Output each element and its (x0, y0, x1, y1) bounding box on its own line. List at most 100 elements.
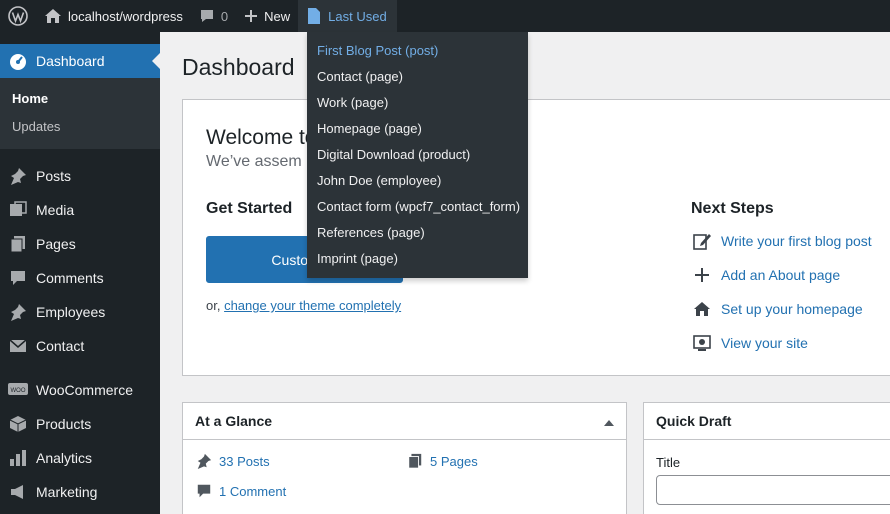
wordpress-logo-icon[interactable] (0, 0, 36, 32)
last-used-item[interactable]: Homepage (page) (307, 116, 528, 142)
at-a-glance-title: At a Glance (195, 413, 273, 429)
menu-employees[interactable]: Employees (0, 295, 160, 329)
box-icon (8, 414, 28, 434)
draft-title-label: Title (656, 455, 681, 470)
last-used-item[interactable]: References (page) (307, 220, 528, 246)
menu-media-label: Media (36, 202, 75, 218)
menu-woocommerce-label: WooCommerce (36, 382, 133, 398)
at-a-glance-header: At a Glance (183, 403, 626, 440)
collapse-arrow-icon[interactable] (604, 413, 614, 429)
write-first-post-label: Write your first blog post (721, 233, 872, 249)
add-about-page-label: Add an About page (721, 267, 841, 283)
view-site-label: View your site (721, 335, 808, 351)
site-name-label: localhost/wordpress (68, 8, 183, 24)
comments-count: 0 (220, 8, 229, 24)
comment-icon (8, 268, 28, 288)
menu-posts[interactable]: Posts (0, 159, 160, 193)
last-used-menu[interactable]: Last Used (298, 0, 397, 32)
menu-products-label: Products (36, 416, 92, 432)
home-icon (45, 9, 61, 23)
last-used-item[interactable]: Work (page) (307, 90, 528, 116)
plus-icon (245, 10, 258, 22)
edit-page-icon (691, 231, 713, 251)
dashboard-submenu: Home Updates (0, 78, 160, 149)
envelope-icon (8, 336, 28, 356)
quick-draft-header: Quick Draft (644, 403, 890, 440)
last-used-label: Last Used (328, 8, 387, 24)
media-icon (8, 200, 28, 220)
megaphone-icon (8, 482, 28, 502)
comment-icon (195, 482, 213, 500)
menu-posts-label: Posts (36, 168, 72, 184)
last-used-dropdown: First Blog Post (post) Contact (page) Wo… (307, 32, 528, 278)
pushpin-icon (8, 166, 28, 186)
at-a-glance-widget: At a Glance 33 Posts 5 Pages 1 Comment (182, 402, 627, 514)
dashboard-gauge-icon (8, 51, 28, 71)
glance-pages-label: 5 Pages (430, 453, 478, 469)
welcome-title: Welcome to (206, 126, 317, 149)
draft-title-input[interactable] (656, 475, 890, 505)
view-site-link[interactable]: View your site (691, 333, 808, 353)
menu-employees-label: Employees (36, 304, 106, 320)
setup-homepage-label: Set up your homepage (721, 301, 863, 317)
or-prefix: or, (206, 298, 225, 313)
pages-icon (8, 234, 28, 254)
menu-comments[interactable]: Comments (0, 261, 160, 295)
change-theme-link[interactable]: change your theme completely (224, 298, 401, 313)
last-used-item[interactable]: Imprint (page) (307, 246, 528, 272)
menu-analytics[interactable]: Analytics (0, 441, 160, 475)
site-name-link[interactable]: localhost/wordpress (36, 0, 191, 32)
last-used-item[interactable]: Contact form (wpcf7_contact_form) (307, 194, 528, 220)
page-title: Dashboard (182, 54, 295, 80)
plus-icon (691, 265, 713, 285)
submenu-updates[interactable]: Updates (0, 113, 160, 141)
menu-comments-label: Comments (36, 270, 104, 286)
bar-chart-icon (8, 448, 28, 468)
document-icon (308, 8, 321, 24)
menu-dashboard[interactable]: Dashboard (0, 44, 160, 78)
pushpin-icon (195, 452, 213, 470)
menu-contact[interactable]: Contact (0, 329, 160, 363)
glance-posts-link[interactable]: 33 Posts (195, 452, 270, 470)
new-label: New (264, 8, 291, 24)
menu-media[interactable]: Media (0, 193, 160, 227)
admin-bar: localhost/wordpress 0 New Last Used (0, 0, 890, 32)
pages-icon (406, 452, 424, 470)
menu-products[interactable]: Products (0, 407, 160, 441)
menu-dashboard-label: Dashboard (36, 53, 105, 69)
view-site-icon (691, 333, 713, 353)
svg-text:WOO: WOO (11, 388, 26, 394)
comments-link[interactable]: 0 (191, 0, 236, 32)
get-started-heading: Get Started (206, 200, 293, 217)
submenu-home[interactable]: Home (0, 85, 160, 113)
menu-woocommerce[interactable]: WOO WooCommerce (0, 373, 160, 407)
last-used-item[interactable]: John Doe (employee) (307, 168, 528, 194)
quick-draft-title: Quick Draft (656, 413, 732, 429)
comment-bubble-icon (200, 10, 213, 22)
welcome-panel: Welcome to We’ve assemd: Get Started Cus… (182, 99, 890, 376)
setup-homepage-link[interactable]: Set up your homepage (691, 299, 863, 319)
home-icon (691, 299, 713, 319)
menu-marketing[interactable]: Marketing (0, 475, 160, 509)
menu-analytics-label: Analytics (36, 450, 93, 466)
glance-comments-label: 1 Comment (219, 483, 287, 499)
welcome-about-start: We’ve assem (206, 153, 302, 170)
last-used-item[interactable]: Contact (page) (307, 64, 528, 90)
add-about-page-link[interactable]: Add an About page (691, 265, 840, 285)
change-theme-text: or, change your theme completely (206, 298, 401, 313)
glance-pages-link[interactable]: 5 Pages (406, 452, 478, 470)
glance-comments-link[interactable]: 1 Comment (195, 482, 286, 500)
last-used-item[interactable]: First Blog Post (post) (307, 38, 528, 64)
new-content-link[interactable]: New (236, 0, 298, 32)
quick-draft-widget: Quick Draft Title (643, 402, 890, 514)
menu-pages-label: Pages (36, 236, 76, 252)
menu-contact-label: Contact (36, 338, 85, 354)
woocommerce-icon: WOO (8, 380, 28, 400)
glance-posts-label: 33 Posts (219, 453, 270, 469)
pushpin-icon (8, 302, 28, 322)
next-steps-heading: Next Steps (691, 200, 774, 217)
write-first-post-link[interactable]: Write your first blog post (691, 231, 872, 251)
menu-pages[interactable]: Pages (0, 227, 160, 261)
admin-sidebar: Dashboard Home Updates Posts Media Pages… (0, 32, 160, 514)
last-used-item[interactable]: Digital Download (product) (307, 142, 528, 168)
